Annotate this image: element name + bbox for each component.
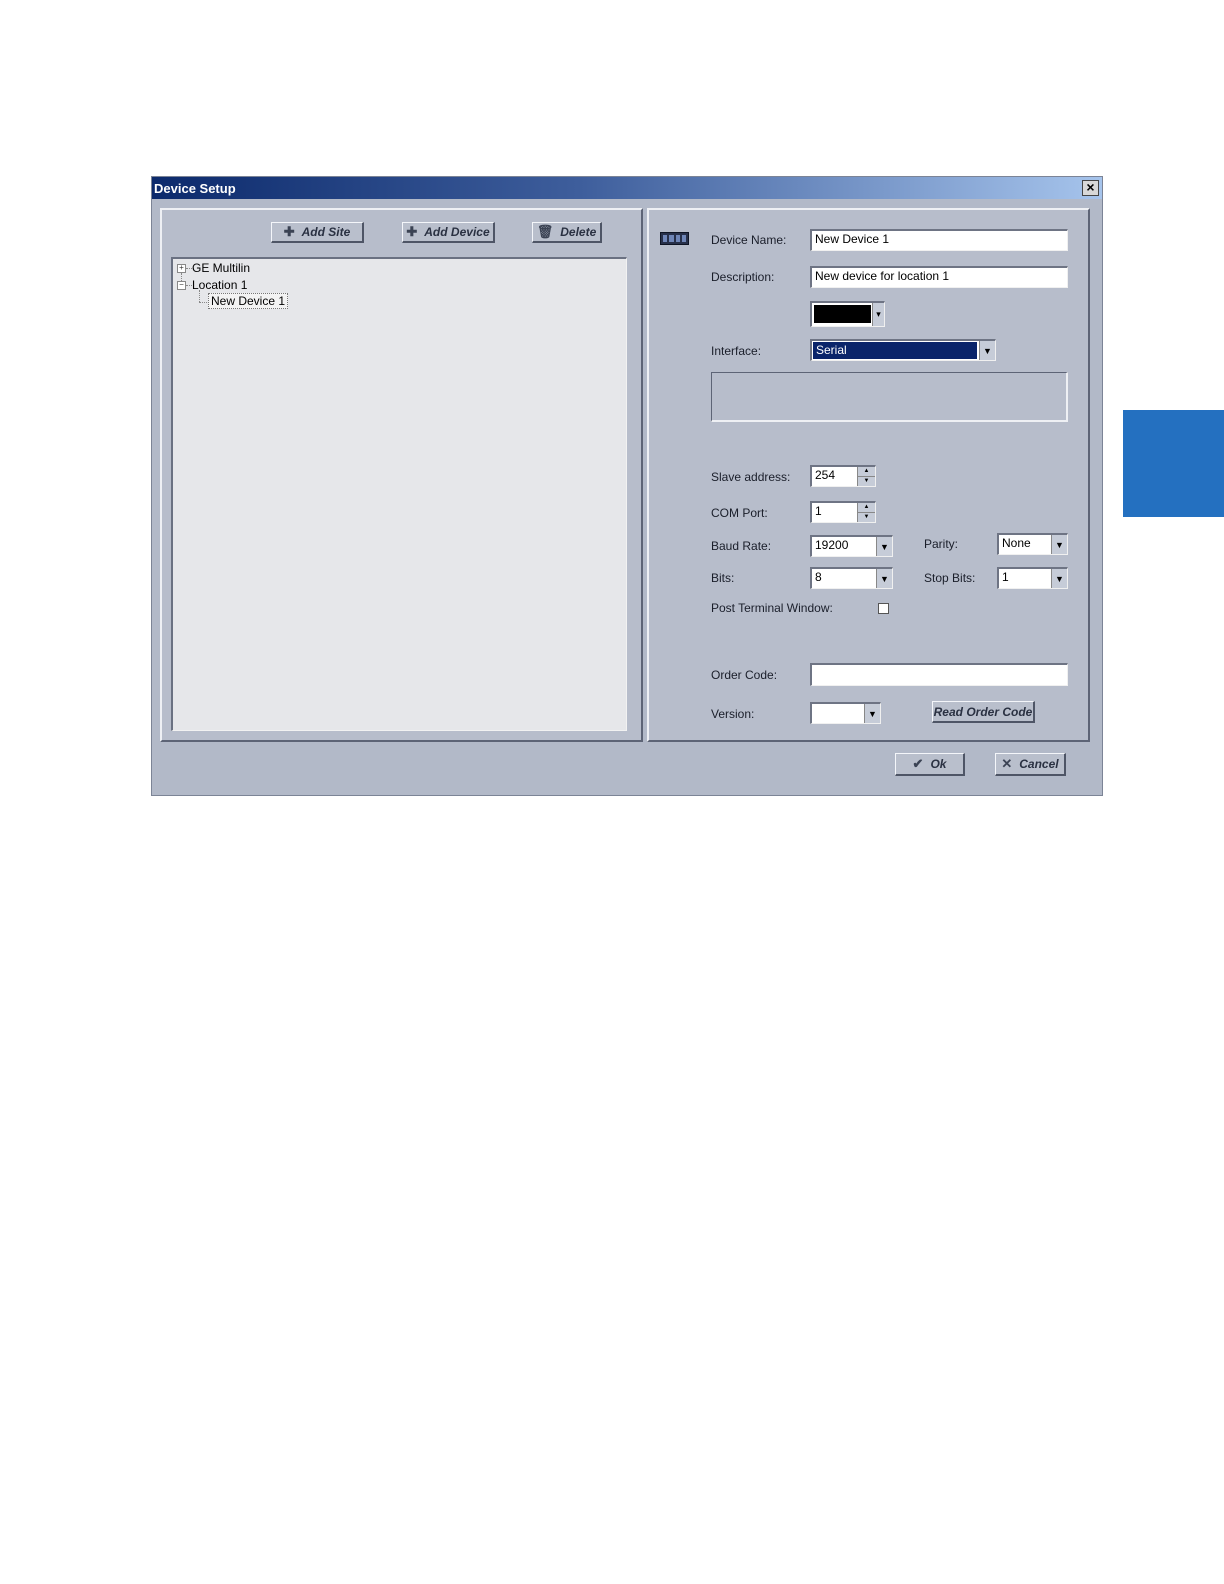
baud-rate-value: 19200 xyxy=(815,538,849,552)
chapter-side-tab xyxy=(1123,410,1224,517)
chevron-down-icon: ▼ xyxy=(979,341,995,360)
add-site-button[interactable]: ✚ Add Site xyxy=(271,222,364,243)
close-button[interactable]: × xyxy=(1082,180,1099,196)
parity-value: None xyxy=(1002,536,1031,550)
spin-down-icon[interactable]: ▼ xyxy=(858,477,875,487)
stop-bits-select[interactable]: 1 ▼ xyxy=(997,567,1068,589)
read-order-code-label: Read Order Code xyxy=(933,704,1033,719)
baud-rate-label: Baud Rate: xyxy=(711,539,772,553)
order-code-input[interactable] xyxy=(810,663,1068,686)
baud-rate-select[interactable]: 19200 ▼ xyxy=(810,535,893,557)
chevron-down-icon: ▼ xyxy=(1051,569,1067,588)
spin-buttons[interactable]: ▲ ▼ xyxy=(857,467,875,486)
add-device-button[interactable]: ✚ Add Device xyxy=(402,222,495,243)
add-device-label: Add Device xyxy=(424,225,490,239)
tree-item-new-device-1[interactable]: New Device 1 xyxy=(208,293,289,309)
window-title: Device Setup xyxy=(154,181,236,196)
chevron-down-icon: ▼ xyxy=(876,569,892,588)
add-device-icon: ✚ xyxy=(406,224,418,239)
interface-label: Interface: xyxy=(711,344,762,358)
color-swatch xyxy=(814,305,871,323)
version-label: Version: xyxy=(711,707,755,721)
spin-buttons[interactable]: ▲ ▼ xyxy=(857,503,875,522)
site-tree-panel: ✚ Add Site ✚ Add Device 🗑 Delete + GE Mu… xyxy=(160,208,643,742)
post-terminal-label: Post Terminal Window: xyxy=(711,601,833,615)
tree-item-ge-multilin[interactable]: GE Multilin xyxy=(192,261,250,275)
spin-down-icon[interactable]: ▼ xyxy=(858,513,875,523)
com-port-value: 1 xyxy=(815,504,822,518)
post-terminal-checkbox[interactable] xyxy=(878,603,889,614)
color-picker[interactable]: ▾ xyxy=(810,301,885,327)
site-tree[interactable]: + GE Multilin − Location 1 New Device 1 xyxy=(171,257,627,731)
checkmark-icon: ✔ xyxy=(912,756,924,771)
device-name-label: Device Name: xyxy=(711,233,787,247)
order-code-label: Order Code: xyxy=(711,668,778,682)
cancel-button[interactable]: ✕ Cancel xyxy=(995,753,1066,776)
chevron-down-icon: ▼ xyxy=(864,704,880,723)
bits-value: 8 xyxy=(815,570,822,584)
device-properties-panel: Device Name: New Device 1 Description: N… xyxy=(647,208,1090,742)
trash-icon: 🗑 xyxy=(536,224,554,239)
add-site-label: Add Site xyxy=(301,225,351,239)
device-name-input[interactable]: New Device 1 xyxy=(810,229,1068,251)
interface-selected-value: Serial xyxy=(813,342,977,359)
description-input[interactable]: New device for location 1 xyxy=(810,266,1068,288)
cancel-label: Cancel xyxy=(1019,757,1059,771)
parity-select[interactable]: None ▼ xyxy=(997,533,1068,555)
add-site-icon: ✚ xyxy=(283,224,295,239)
relay-device-icon xyxy=(660,232,689,245)
slave-address-stepper[interactable]: 254 ▲ ▼ xyxy=(810,465,876,487)
chevron-down-icon: ▼ xyxy=(1051,535,1067,554)
title-bar: Device Setup × xyxy=(152,177,1102,199)
slave-address-value: 254 xyxy=(815,468,836,482)
collapse-icon[interactable]: − xyxy=(177,281,186,290)
tree-connector xyxy=(199,302,207,303)
interface-options-box xyxy=(711,372,1068,422)
version-select[interactable]: ▼ xyxy=(810,702,881,724)
interface-select[interactable]: Serial ▼ xyxy=(810,339,996,361)
tree-item-location-1[interactable]: Location 1 xyxy=(192,278,247,292)
spin-up-icon[interactable]: ▲ xyxy=(858,467,875,477)
selected-tree-label: New Device 1 xyxy=(208,293,289,309)
read-order-code-button[interactable]: Read Order Code xyxy=(932,701,1035,723)
expand-icon[interactable]: + xyxy=(177,264,186,273)
slave-address-label: Slave address: xyxy=(711,470,791,484)
stop-bits-label: Stop Bits: xyxy=(924,571,976,585)
com-port-label: COM Port: xyxy=(711,506,768,520)
bits-select[interactable]: 8 ▼ xyxy=(810,567,893,589)
com-port-stepper[interactable]: 1 ▲ ▼ xyxy=(810,501,876,523)
x-icon: ✕ xyxy=(1001,756,1013,771)
delete-button[interactable]: 🗑 Delete xyxy=(532,222,602,243)
stop-bits-value: 1 xyxy=(1002,570,1009,584)
ok-label: Ok xyxy=(930,757,947,771)
parity-label: Parity: xyxy=(924,537,959,551)
ok-button[interactable]: ✔ Ok xyxy=(895,753,965,776)
close-icon: × xyxy=(1086,179,1095,195)
chevron-down-icon: ▼ xyxy=(876,537,892,556)
description-label: Description: xyxy=(711,270,775,284)
tree-connector xyxy=(199,290,200,302)
spin-up-icon[interactable]: ▲ xyxy=(858,503,875,513)
device-setup-dialog: Device Setup × ✚ Add Site ✚ Add Device 🗑… xyxy=(151,176,1103,796)
chevron-down-icon: ▾ xyxy=(872,303,884,326)
bits-label: Bits: xyxy=(711,571,735,585)
delete-label: Delete xyxy=(560,225,597,239)
